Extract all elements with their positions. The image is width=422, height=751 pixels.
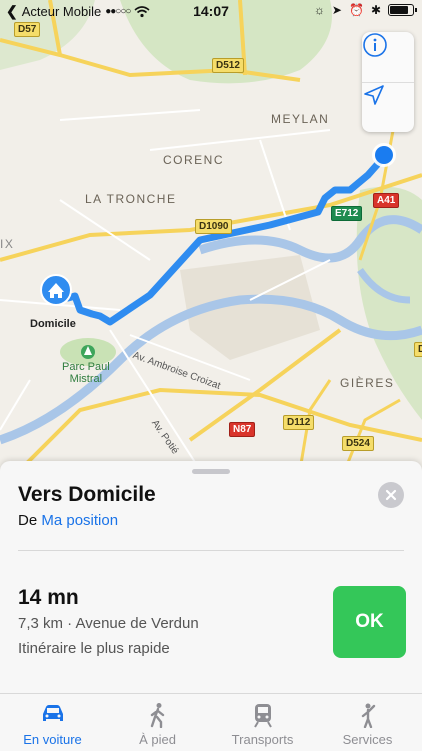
route-duration: 14 mn [18,586,79,609]
road-badge-edge: D [414,342,422,357]
tab-walking-label: À pied [139,732,176,747]
map-canvas [0,0,422,470]
map-view[interactable]: MEYLAN CORENC LA TRONCHE GIÈRES IX Domic… [0,0,422,470]
train-icon [253,704,272,728]
origin-link[interactable]: Ma position [41,512,118,529]
tab-services[interactable]: Services [315,694,420,751]
road-badge-d1090: D1090 [195,219,233,234]
close-button[interactable] [378,482,404,508]
locate-button[interactable] [362,83,414,133]
ok-button[interactable]: OK [333,586,406,658]
brightness-icon: ☼ [313,3,325,17]
route-type: Itinéraire le plus rapide [18,640,170,657]
transport-tab-bar: En voiture À pied Transports Services [0,693,422,751]
origin-line: De Ma position [18,512,118,529]
location-arrow-icon [364,85,384,105]
card-grabber-handle[interactable] [192,469,230,474]
info-icon [363,33,387,57]
origin-prefix: De [18,512,38,529]
place-meylan: MEYLAN [271,112,330,126]
road-badge-n87: N87 [229,422,256,437]
map-controls [362,32,414,132]
tab-driving-label: En voiture [23,732,82,747]
bluetooth-icon: ✱ [370,3,381,17]
battery-icon [388,4,417,16]
place-gieres: GIÈRES [340,376,395,390]
place-la-tronche: LA TRONCHE [85,192,177,206]
park-label-line2: Mistral [69,373,103,385]
tab-transit[interactable]: Transports [210,694,315,751]
route-distance: 7,3 km · Avenue de Verdun [18,615,199,632]
alarm-icon: ⏰ [348,3,364,17]
place-corenc: CORENC [163,153,225,167]
rideshare-icon [361,703,375,728]
park-label-line1: Parc Paul [62,361,110,373]
road-badge-d112: D112 [283,415,315,430]
location-services-icon: ➤ [331,3,342,17]
info-button[interactable] [362,32,414,82]
close-icon [385,489,397,501]
road-badge-e712: E712 [331,206,363,221]
home-label: Domicile [30,318,76,330]
tab-services-label: Services [342,732,393,747]
car-icon [42,705,63,721]
place-edge-label: IX [0,237,15,251]
tab-transit-label: Transports [231,732,294,747]
walk-icon [150,703,164,728]
park-label: Parc Paul Mistral [62,361,110,385]
card-divider [18,550,404,551]
destination-title: Vers Domicile [18,483,156,506]
tab-walking[interactable]: À pied [105,694,210,751]
tab-driving[interactable]: En voiture [0,694,105,751]
road-badge-d524: D524 [342,436,374,451]
road-badge-a41: A41 [373,193,400,208]
road-badge-d512: D512 [212,58,244,73]
status-bar: ❮ Acteur Mobile ●●○○○ 14:07 ☼ ➤ ⏰ ✱ [0,0,422,22]
road-badge-d57: D57 [14,22,41,37]
